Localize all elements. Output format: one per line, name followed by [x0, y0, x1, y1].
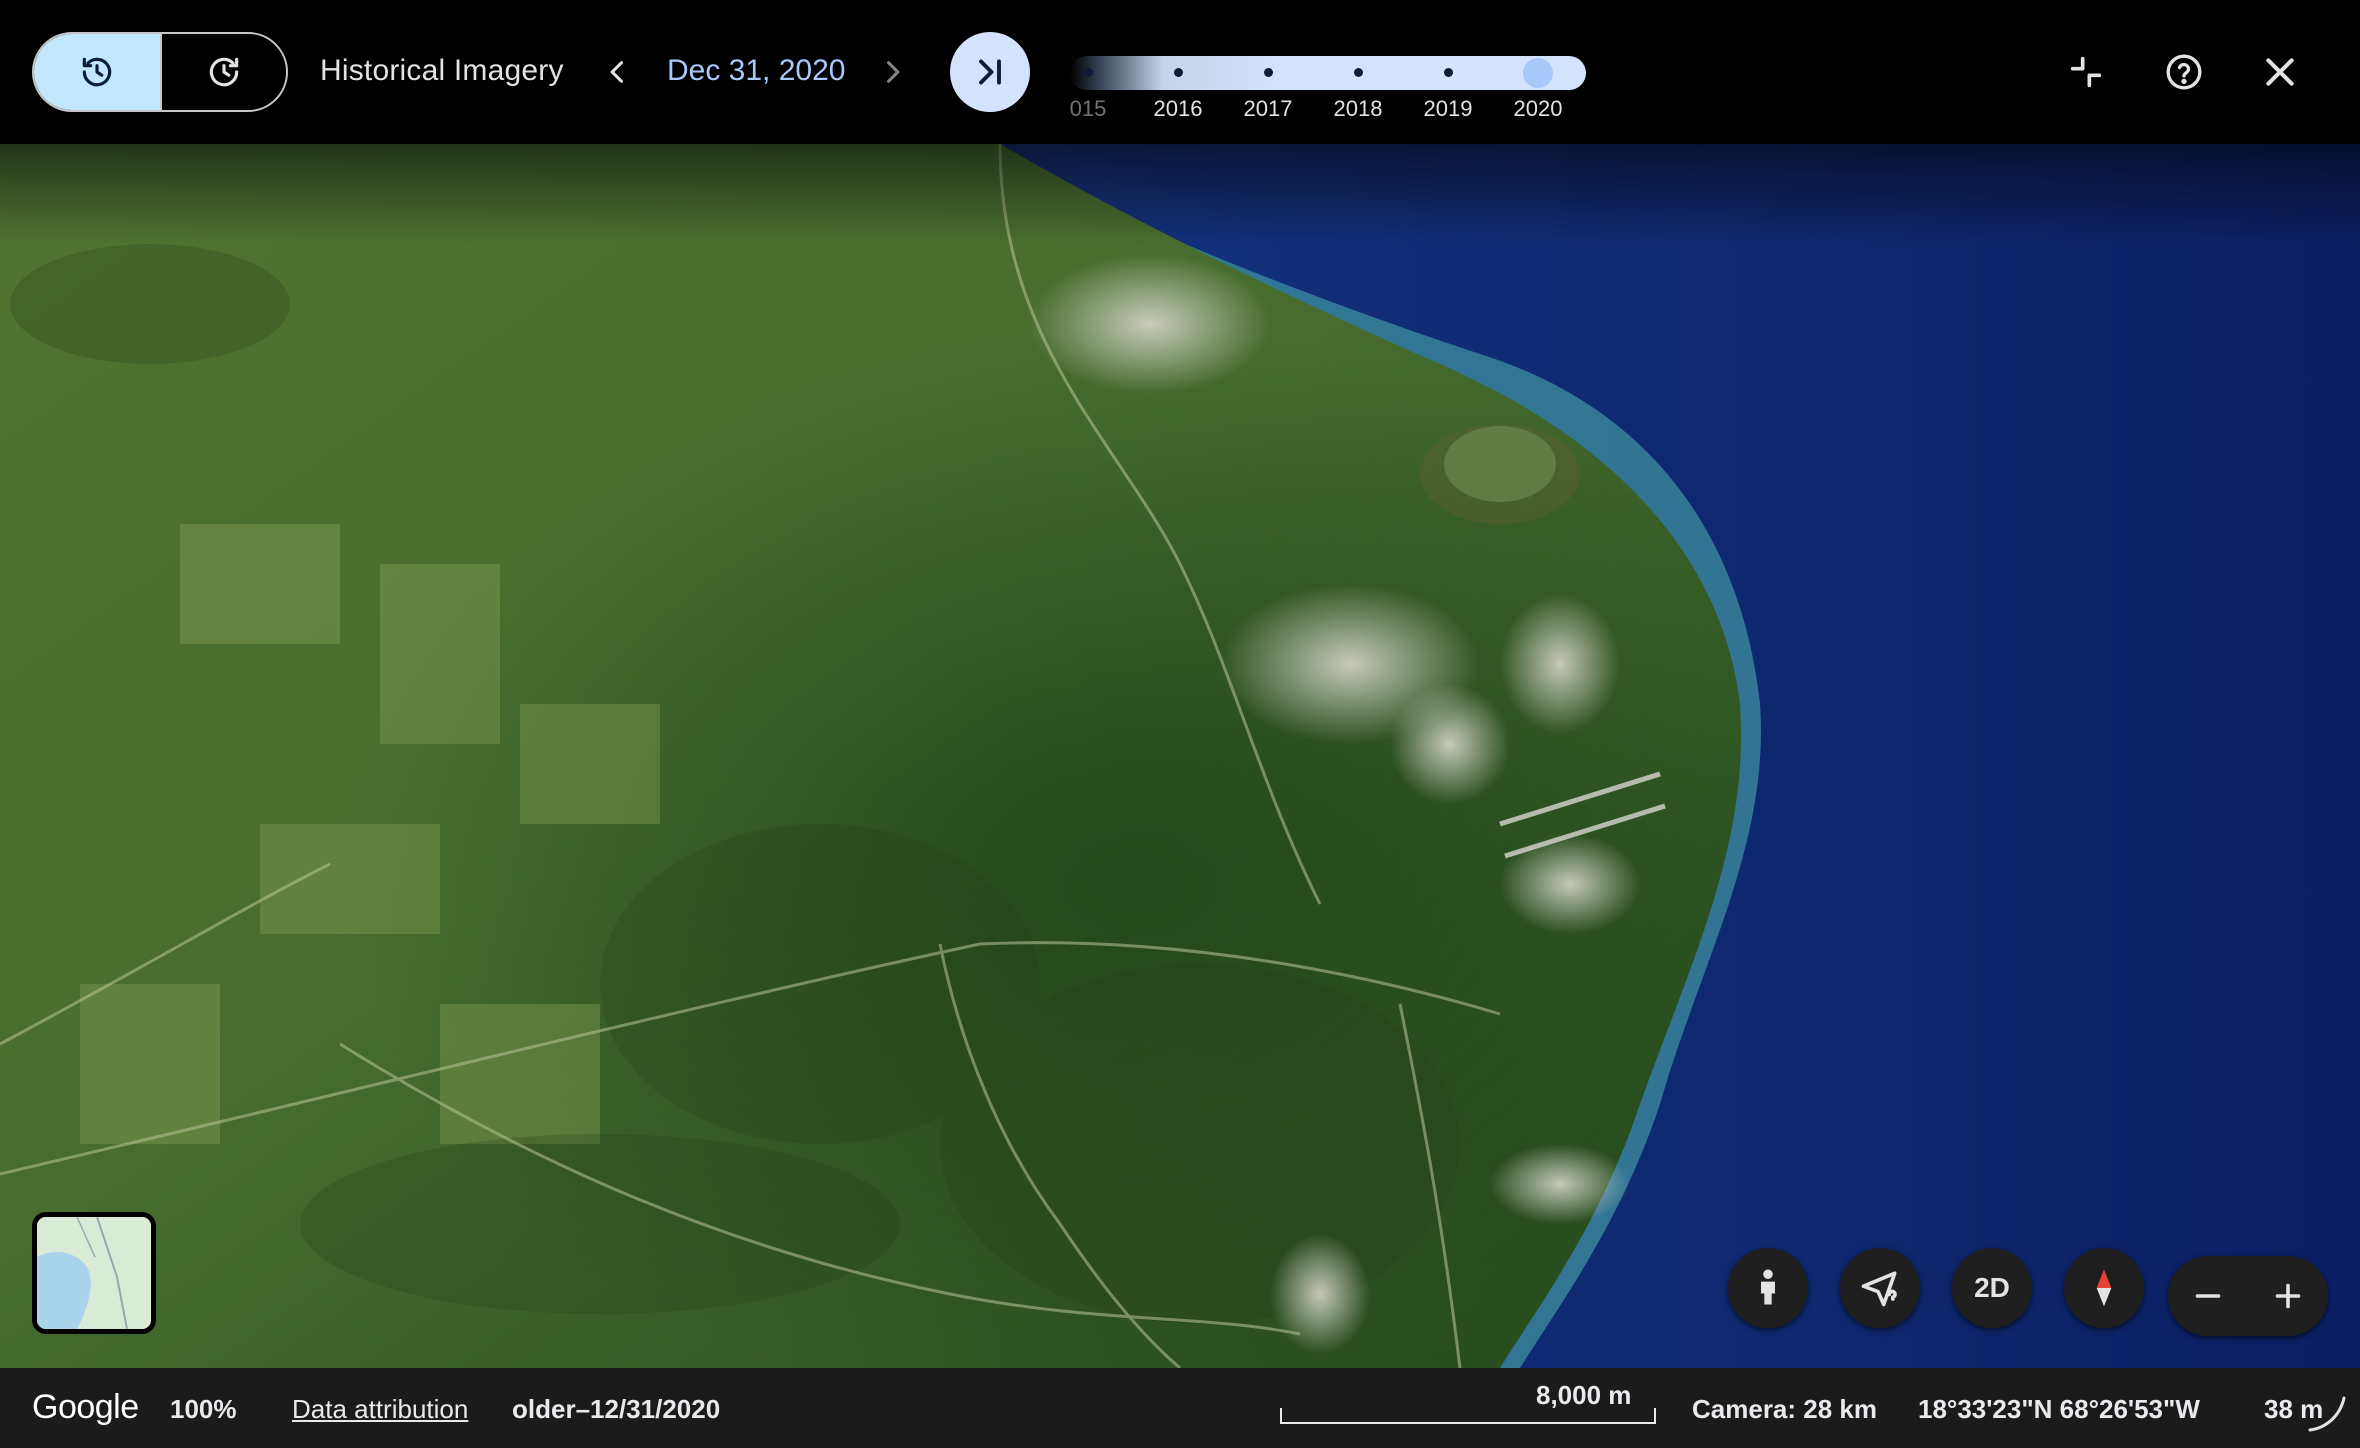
current-date[interactable]: Dec 31, 2020: [667, 54, 845, 88]
share-location-icon: [1861, 1271, 1897, 1307]
status-bar: Google 100% Data attribution older–12/31…: [0, 1368, 2360, 1448]
close-icon: [2266, 58, 2294, 86]
historical-imagery-button[interactable]: [34, 34, 160, 110]
compass-button[interactable]: [2064, 1248, 2144, 1328]
scale-label: 8,000 m: [1536, 1380, 1632, 1410]
zoom-controls: [2168, 1256, 2328, 1336]
timeline-tick: [1084, 68, 1093, 77]
coordinates: 18°33'23"N 68°26'53"W: [1918, 1394, 2200, 1424]
minimap-thumbnail[interactable]: [32, 1212, 156, 1334]
zoom-in-icon: [2275, 1283, 2301, 1309]
year-label[interactable]: 2020: [1498, 96, 1578, 122]
previous-date-button[interactable]: [598, 50, 638, 94]
collapse-icon: [2070, 56, 2102, 88]
help-button[interactable]: [2152, 40, 2216, 104]
camera-altitude: Camera: 28 km: [1692, 1394, 1877, 1424]
top-toolbar: Historical Imagery Dec 31, 2020 015 2016…: [0, 0, 2360, 144]
street-view-button[interactable]: [1728, 1248, 1808, 1328]
satellite-imagery: [0, 144, 2360, 1368]
satellite-map-view[interactable]: 2D: [0, 144, 2360, 1368]
timeline-thumb[interactable]: [1523, 58, 1553, 88]
close-button[interactable]: [2248, 40, 2312, 104]
imagery-mode-toggle: [32, 32, 288, 112]
location-button[interactable]: [1840, 1248, 1920, 1328]
pegman-icon: [1761, 1269, 1775, 1305]
timeline-tick: [1444, 68, 1453, 77]
timeline-track[interactable]: [1070, 56, 1586, 90]
year-label[interactable]: 015: [1048, 96, 1128, 122]
next-date-button[interactable]: [872, 50, 912, 94]
imagery-date-range: older–12/31/2020: [512, 1394, 721, 1424]
page-title: Historical Imagery: [320, 54, 564, 87]
data-attribution-link[interactable]: Data attribution: [292, 1394, 468, 1425]
toggle-2d-button[interactable]: 2D: [1952, 1248, 2032, 1328]
minimap-image: [37, 1217, 151, 1329]
collapse-button[interactable]: [2054, 40, 2118, 104]
chevron-left-icon: [610, 61, 624, 83]
google-logo: Google: [32, 1388, 139, 1426]
year-label[interactable]: 2016: [1138, 96, 1218, 122]
compass-icon: [2096, 1269, 2112, 1307]
loading-arc-icon: [2308, 1396, 2346, 1432]
skip-to-end-icon: [979, 59, 1001, 85]
jump-to-latest-button[interactable]: [950, 32, 1030, 112]
zoom-out-button[interactable]: [2168, 1256, 2248, 1336]
timeline-tick: [1354, 68, 1363, 77]
year-label[interactable]: 2018: [1318, 96, 1398, 122]
history-icon: [82, 57, 112, 87]
restore-icon: [209, 57, 239, 87]
timeline-tick: [1174, 68, 1183, 77]
chevron-right-icon: [886, 61, 900, 83]
year-timeline-slider[interactable]: 015 2016 2017 2018 2019 2020: [1070, 52, 1586, 126]
zoom-percent: 100%: [170, 1394, 237, 1424]
year-label[interactable]: 2019: [1408, 96, 1488, 122]
zoom-in-button[interactable]: [2248, 1256, 2328, 1336]
timeline-tick: [1264, 68, 1273, 77]
current-imagery-button[interactable]: [160, 34, 286, 110]
year-label[interactable]: 2017: [1228, 96, 1308, 122]
help-icon: [2166, 54, 2202, 90]
zoom-out-icon: [2195, 1294, 2221, 1298]
